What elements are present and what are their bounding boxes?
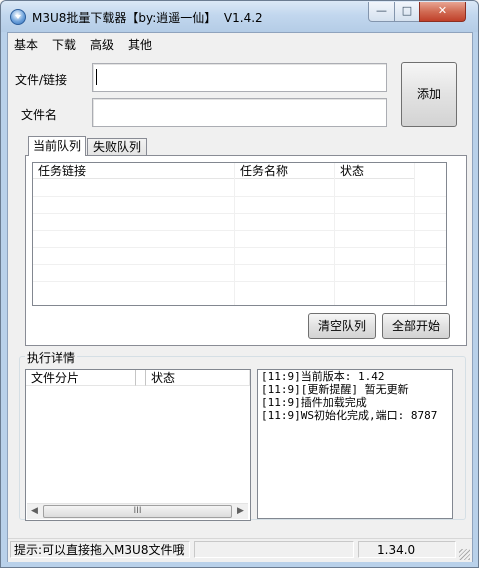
scroll-left-icon[interactable]: ◀ [27, 504, 42, 519]
app-window: M3U8批量下载器【by:逍遥一仙】 V1.4.2 — □ ✕ 基本 下载 高级… [0, 0, 479, 568]
status-hint: 提示:可以直接拖入M3U8文件哦 [10, 541, 190, 558]
menu-basic[interactable]: 基本 [14, 36, 38, 53]
grid-line [33, 230, 446, 231]
minimize-button[interactable]: — [368, 2, 395, 22]
column-status[interactable]: 状态 [335, 163, 415, 179]
grid-line [33, 247, 446, 248]
menu-other[interactable]: 其他 [128, 36, 152, 53]
scroll-grip-icon: III [133, 506, 142, 516]
window-title: M3U8批量下载器【by:逍遥一仙】 V1.4.2 [32, 11, 263, 25]
filename-label: 文件名 [21, 108, 58, 122]
resize-grip-icon[interactable] [459, 549, 470, 560]
grid-line [334, 163, 335, 305]
tab-failed-queue[interactable]: 失败队列 [87, 138, 147, 156]
log-line: [11:9][更新提醒] 暂无更新 [261, 383, 409, 396]
clear-queue-button[interactable]: 清空队列 [308, 313, 376, 339]
menu-bar: 基本 下载 高级 其他 [8, 33, 472, 53]
column-task-link[interactable]: 任务链接 [33, 163, 235, 179]
menu-advanced[interactable]: 高级 [90, 36, 114, 53]
download-app-icon [10, 9, 26, 25]
start-all-button[interactable]: 全部开始 [382, 313, 450, 339]
log-output[interactable]: [11:9]当前版本: 1.42 [11:9][更新提醒] 暂无更新 [11:9… [257, 369, 453, 519]
filename-input[interactable] [92, 98, 387, 127]
scroll-thumb[interactable]: III [43, 505, 232, 518]
close-button[interactable]: ✕ [419, 2, 466, 22]
text-caret [96, 69, 97, 85]
column-task-name[interactable]: 任务名称 [235, 163, 335, 179]
log-line: [11:9]WS初始化完成,端口: 8787 [261, 409, 438, 422]
grid-line [234, 163, 235, 305]
add-button[interactable]: 添加 [401, 62, 457, 127]
client-area: 基本 下载 高级 其他 文件/链接 文件名 添加 当前队列 失败队列 任务链接 … [7, 32, 473, 562]
grid-line [414, 163, 415, 305]
grid-line [33, 281, 446, 282]
status-bar: 提示:可以直接拖入M3U8文件哦 1.34.0 [8, 538, 472, 562]
details-group-title: 执行详情 [25, 349, 78, 366]
url-input[interactable] [92, 63, 387, 92]
column-segment-status[interactable]: 状态 [146, 370, 250, 386]
url-label: 文件/链接 [15, 73, 68, 87]
status-version: 1.34.0 [358, 541, 456, 558]
tab-current-queue[interactable]: 当前队列 [28, 136, 86, 156]
status-empty-panel [194, 541, 354, 558]
scroll-right-icon[interactable]: ▶ [233, 504, 248, 519]
column-spacer [136, 370, 146, 386]
menu-download[interactable]: 下载 [52, 36, 76, 53]
queue-panel: 任务链接 任务名称 状态 清空队列 全部开始 [25, 155, 467, 346]
column-file-segment[interactable]: 文件分片 [26, 370, 136, 386]
grid-line [33, 196, 446, 197]
queue-tabs: 当前队列 失败队列 任务链接 任务名称 状态 清空队列 全部开始 [25, 136, 467, 346]
grid-line [33, 264, 446, 265]
title-bar[interactable]: M3U8批量下载器【by:逍遥一仙】 V1.4.2 — □ ✕ [1, 1, 478, 32]
queue-table[interactable]: 任务链接 任务名称 状态 [32, 162, 447, 306]
log-line: [11:9]插件加载完成 [261, 396, 367, 409]
horizontal-scrollbar[interactable]: ◀ III ▶ [27, 503, 248, 519]
log-line: [11:9]当前版本: 1.42 [261, 370, 385, 383]
segment-list[interactable]: 文件分片 状态 ◀ III ▶ [25, 369, 251, 521]
maximize-button[interactable]: □ [394, 2, 420, 22]
grid-line [33, 213, 446, 214]
